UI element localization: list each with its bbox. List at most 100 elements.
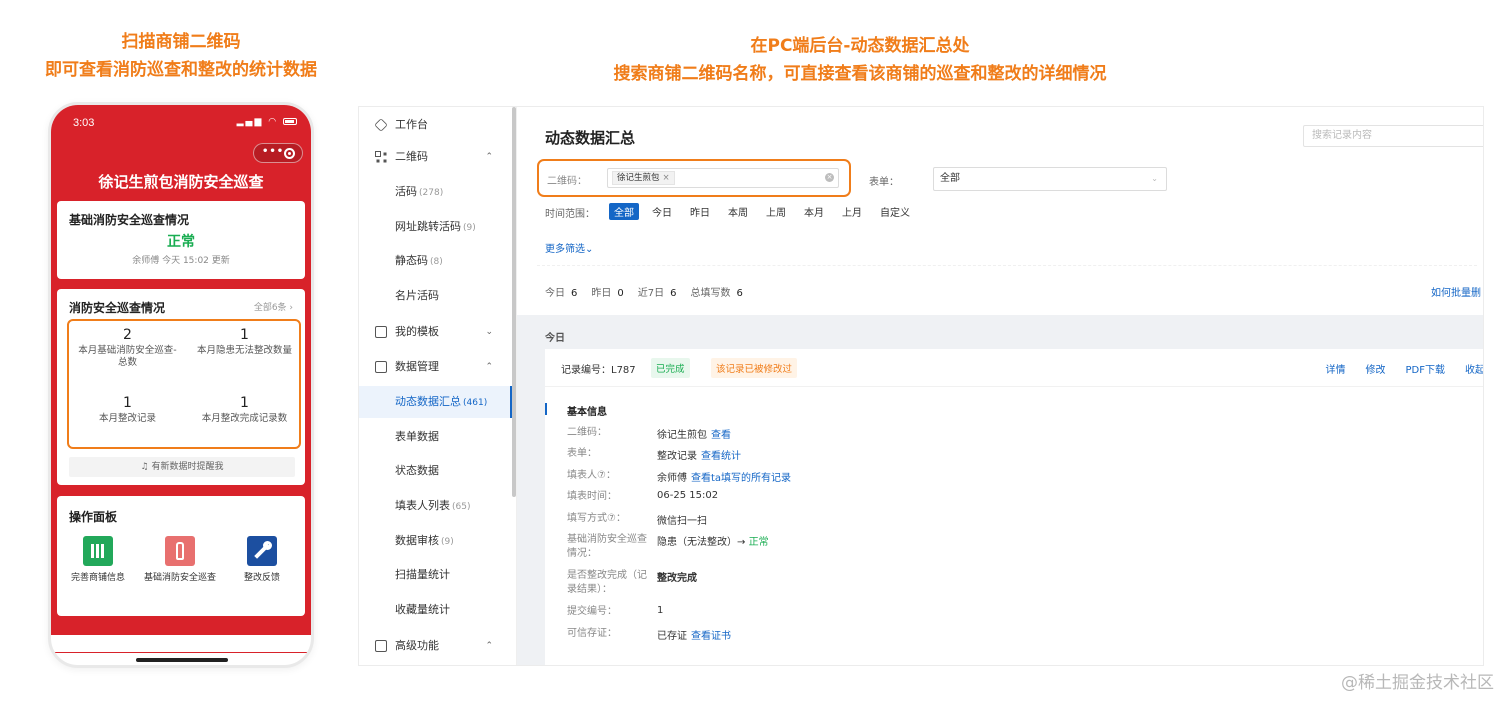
stat-item[interactable]: 1 本月整改记录 [69,395,186,425]
phone-page-title: 徐记生煎包消防安全巡查 [98,173,264,191]
sidebar-item-label: 工作台 [395,118,428,131]
detail-key: 提交编号： [567,606,617,617]
notify-me-button[interactable]: ♫ 有新数据时提醒我 [69,457,295,477]
left-caption: 扫描商铺二维码 即可查看消防巡查和整改的统计数据 [0,28,362,84]
improve-shop-info-button[interactable]: 完善商铺信息 [57,536,139,584]
record-counts: 今日 6 昨日 0 近7日 6 总填写数 6 [545,284,757,299]
miniprogram-capsule[interactable]: ••• [253,143,303,163]
stat-item[interactable]: 2 本月基础消防安全巡查-总数 [69,327,186,369]
sidebar-item-data-management[interactable]: 数据管理 ⌃ [359,355,509,379]
sidebar-item-favorite-stats[interactable]: 收藏量统计 [359,598,509,622]
stat-number: 1 [123,395,132,411]
chevron-down-icon: ⌄ [1151,174,1158,183]
sidebar-item-label: 收藏量统计 [395,603,450,616]
records-area: 今日 记录编号：L787 已完成 该记录已被修改过 详情 修改 PDF下载 收起 基本… [517,315,1483,665]
detail-link[interactable]: 详情 [1326,365,1346,376]
sidebar-item-static-code[interactable]: 静态码 (8) [359,249,509,273]
collapse-link[interactable]: 收起 [1465,365,1483,376]
more-icon[interactable]: ••• [262,146,284,157]
chevron-down-icon: ⌄ [485,327,493,337]
sidebar-item-data-review[interactable]: 数据审核 (9) [359,529,509,553]
stat-item[interactable]: 1 本月整改完成记录数 [186,395,303,425]
wrench-icon [247,536,277,566]
time-option-yesterday[interactable]: 昨日 [685,203,715,220]
qrcode-filter-input[interactable]: 徐记生煎包 × × [607,168,839,188]
sidebar-item-card-code[interactable]: 名片活码 [359,284,509,308]
stat-number: 1 [240,395,249,411]
count-value: 6 [670,288,677,299]
detail-status-normal: 正常 [748,537,769,548]
edit-link[interactable]: 修改 [1366,365,1386,376]
rectification-feedback-button[interactable]: 整改反馈 [221,536,303,584]
signal-icon: ▂▄▆ [236,117,264,127]
count-value: 6 [571,288,578,299]
detail-value: 1 [657,605,664,616]
view-qrcode-link[interactable]: 查看 [711,430,731,441]
books-icon [83,536,113,566]
detail-key: 填表人⑦： [567,470,616,481]
record-card: 记录编号：L787 已完成 该记录已被修改过 详情 修改 PDF下载 收起 基本信息 … [545,349,1483,665]
form-filter-select[interactable]: 全部 ⌄ [933,167,1167,191]
fire-card-title: 消防安全巡查情况 [69,301,166,315]
left-caption-line1: 扫描商铺二维码 [121,32,241,52]
chevron-up-icon: ⌃ [485,362,493,372]
record-group-label: 今日 [545,333,565,344]
count-7days: 近7日 6 [638,284,677,299]
view-all-link[interactable]: 全部6条 › [254,300,293,313]
sidebar-item-url-code[interactable]: 网址跳转活码 (9) [359,215,509,239]
battery-icon [283,118,297,125]
view-stats-link[interactable]: 查看统计 [701,451,741,462]
time-option-this-month[interactable]: 本月 [799,203,829,220]
sidebar-item-advanced[interactable]: 高级功能 ⌃ [359,634,509,658]
section-title: 基本信息 [567,407,607,418]
sidebar-item-live-code[interactable]: 活码 (278) [359,180,509,204]
stat-label: 本月基础消防安全巡查-总数 [78,345,177,368]
view-certificate-link[interactable]: 查看证书 [691,631,731,642]
more-filters-link[interactable]: 更多筛选⌄ [545,240,593,255]
time-option-today[interactable]: 今日 [647,203,677,220]
sidebar-item-workbench[interactable]: 工作台 [359,113,509,137]
qrcode-tag-label: 徐记生煎包 [617,173,660,183]
time-range-label: 时间范围： [545,209,595,220]
basic-fire-inspection-button[interactable]: 基础消防安全巡查 [139,536,221,584]
count-today: 今日 6 [545,284,577,299]
detail-key: 表单： [567,448,597,459]
sidebar-item-qrcode[interactable]: 二维码 ⌃ [359,145,509,169]
count-value: 6 [736,288,743,299]
time-option-this-week[interactable]: 本周 [723,203,753,220]
fire-extinguisher-icon [165,536,195,566]
sidebar-item-form-data[interactable]: 表单数据 [359,425,509,449]
stat-item[interactable]: 1 本月隐患无法整改数量 [186,327,303,357]
sidebar-item-label: 名片活码 [395,289,439,302]
sidebar-item-label: 网址跳转活码 [395,220,461,233]
qrcode-filter-label: 二维码： [547,176,587,187]
sidebar-item-label: 数据审核 [395,534,439,547]
sidebar-item-count: (9) [463,223,476,233]
sidebar-scrollbar[interactable] [512,107,516,497]
sidebar-item-scan-stats[interactable]: 扫描量统计 [359,563,509,587]
time-option-all[interactable]: 全部 [609,203,639,220]
tag-remove-icon[interactable]: × [663,173,670,183]
sidebar-item-label: 活码 [395,185,417,198]
operation-panel-title: 操作面板 [69,510,118,524]
view-all-records-link[interactable]: 查看ta填写的所有记录 [691,473,791,484]
sidebar-item-count: (8) [430,257,443,267]
sidebar-item-templates[interactable]: 我的模板 ⌄ [359,320,509,344]
sidebar-item-dynamic-summary[interactable]: 动态数据汇总 (461) [359,386,512,418]
time-option-custom[interactable]: 自定义 [875,203,915,220]
time-option-last-month[interactable]: 上月 [837,203,867,220]
batch-delete-link[interactable]: 如何批量删 [1431,284,1481,299]
sidebar-item-filler-list[interactable]: 填表人列表 (65) [359,494,509,518]
op-label: 完善商铺信息 [70,573,125,583]
main-content: 动态数据汇总 搜索记录内容 二维码： 徐记生煎包 × × 表单： 全部 ⌄ 时间范… [517,107,1483,665]
status-badge-completed: 已完成 [651,358,690,378]
clear-icon[interactable]: × [825,173,834,182]
sidebar-item-status-data[interactable]: 状态数据 [359,459,509,483]
record-header: 记录编号：L787 已完成 该记录已被修改过 详情 修改 PDF下载 收起 [545,349,1483,387]
pdf-download-link[interactable]: PDF下载 [1406,365,1445,376]
search-records-input[interactable]: 搜索记录内容 [1303,125,1483,147]
detail-key: 填表时间： [567,491,617,502]
time-option-last-week[interactable]: 上周 [761,203,791,220]
close-target-icon[interactable] [284,148,295,159]
detail-key: 可信存证： [567,628,617,639]
